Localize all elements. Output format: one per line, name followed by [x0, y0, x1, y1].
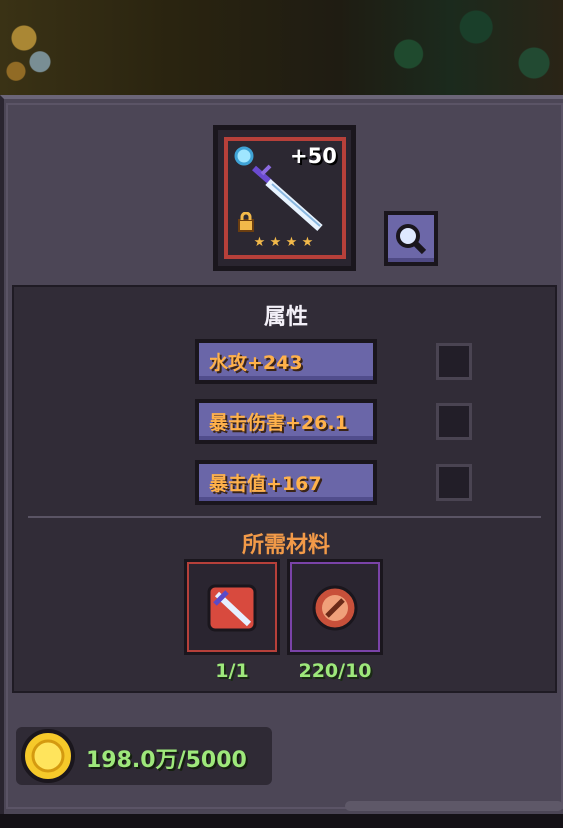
star-icon: ★ — [269, 235, 282, 250]
star-icon: ★ — [285, 235, 298, 250]
material-count: 1/1 — [215, 660, 249, 682]
gold-coin-icon — [21, 729, 75, 783]
attribute-lock-checkbox[interactable] — [436, 403, 472, 440]
scene-foliage — [370, 0, 563, 90]
attributes-title: 属性 — [263, 305, 308, 330]
material-count: 220/10 — [298, 660, 372, 682]
material-slot[interactable] — [287, 559, 383, 655]
sword-material-icon — [207, 584, 257, 632]
attribute-row[interactable]: 暴击伤害+26.1 — [195, 399, 377, 444]
scroll-indicator[interactable] — [345, 801, 563, 811]
star-icon: ★ — [301, 235, 314, 250]
inspect-button[interactable] — [384, 211, 438, 266]
materials-title: 所需材料 — [241, 533, 330, 558]
attribute-lock-checkbox[interactable] — [436, 343, 472, 380]
section-divider — [28, 516, 541, 518]
scene-ornament — [0, 0, 80, 95]
material-slot[interactable] — [184, 559, 280, 655]
attribute-lock-checkbox[interactable] — [436, 464, 472, 501]
star-icon: ★ — [253, 235, 266, 250]
attribute-row[interactable]: 水攻+243 — [195, 339, 377, 384]
attribute-row[interactable]: 暴击值+167 — [195, 460, 377, 505]
magnify-icon — [396, 224, 427, 255]
enhance-stone-icon — [312, 585, 358, 631]
lock-icon[interactable] — [236, 212, 256, 232]
currency-amount: 198.0万/5000 — [86, 748, 247, 773]
item-level: +50 — [290, 144, 337, 168]
bottom-edge — [0, 814, 563, 828]
item-stars: ★ ★ ★ ★ — [253, 236, 314, 250]
